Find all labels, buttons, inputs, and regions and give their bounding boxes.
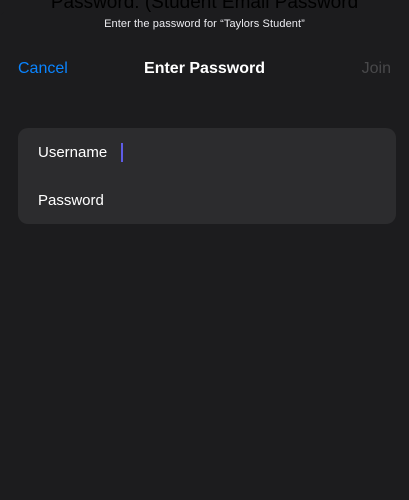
password-sheet: Enter the password for “Taylors Student”… bbox=[0, 10, 409, 500]
join-button[interactable]: Join bbox=[362, 60, 391, 78]
username-field[interactable] bbox=[123, 128, 396, 176]
credentials-form: Username Password bbox=[18, 128, 396, 224]
password-label: Password bbox=[38, 191, 104, 209]
password-row[interactable]: Password bbox=[18, 176, 396, 224]
password-prompt-screen: Password: (Student Email Password Enter … bbox=[0, 0, 409, 500]
prompt-text: Enter the password for “Taylors Student” bbox=[104, 18, 305, 30]
password-field[interactable] bbox=[104, 176, 396, 224]
navigation-bar: Cancel Enter Password Join bbox=[0, 58, 409, 80]
caption-text: Password: (Student Email Password bbox=[50, 0, 359, 13]
username-row[interactable]: Username bbox=[18, 128, 396, 176]
username-label: Username bbox=[38, 143, 108, 161]
cancel-button[interactable]: Cancel bbox=[18, 60, 68, 78]
